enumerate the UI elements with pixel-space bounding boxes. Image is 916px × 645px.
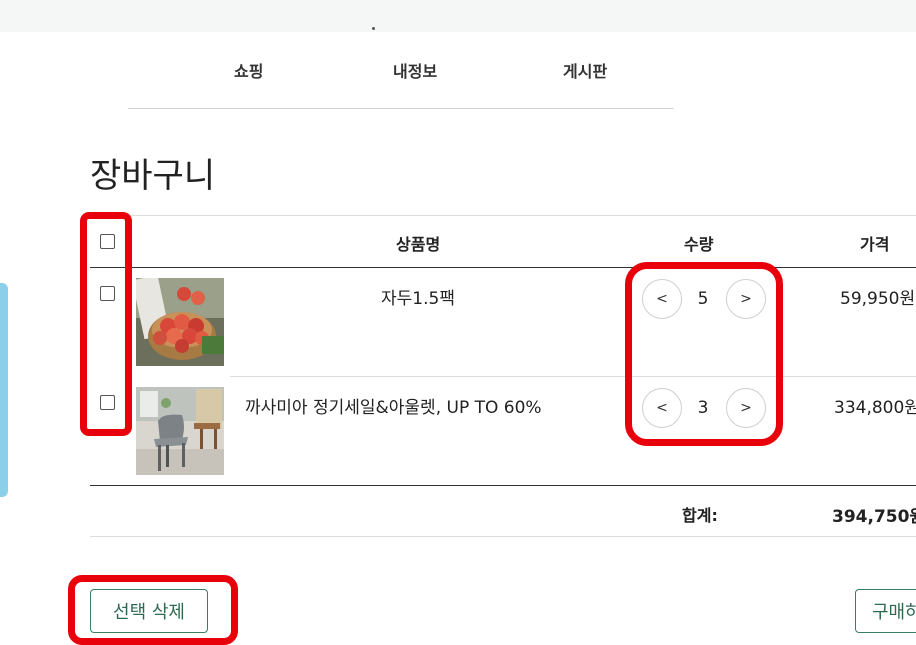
page-title: 장바구니	[90, 156, 216, 196]
purchase-button[interactable]: 구매하기	[855, 589, 916, 633]
total-label: 합계:	[682, 506, 718, 525]
delete-button-highlight-outline	[68, 575, 238, 645]
row-price: 59,950원	[840, 289, 916, 309]
nav-divider	[128, 108, 674, 109]
side-tab[interactable]	[0, 283, 8, 497]
top-bar	[0, 0, 916, 32]
top-bar-dot	[372, 27, 375, 30]
product-name[interactable]: 까사미아 정기세일&아울렛, UP TO 60%	[245, 393, 542, 418]
table-footer-divider	[90, 485, 916, 486]
nav-item-shopping[interactable]: 쇼핑	[234, 58, 263, 82]
nav-item-board[interactable]: 게시판	[563, 58, 607, 82]
product-image-plums	[136, 278, 224, 366]
row-price: 334,800원	[834, 398, 916, 418]
quantity-highlight-outline	[625, 262, 783, 446]
row-divider	[230, 376, 916, 377]
column-header-product: 상품명	[396, 235, 441, 254]
product-image-chair	[136, 387, 224, 475]
column-header-quantity: 수량	[684, 235, 714, 254]
product-name[interactable]: 자두1.5팩	[381, 284, 455, 309]
nav-item-my-info[interactable]: 내정보	[393, 58, 437, 82]
total-divider	[90, 536, 916, 537]
table-header-divider	[90, 267, 916, 268]
main-nav: 쇼핑 내정보 게시판	[0, 58, 916, 86]
checkbox-highlight-outline	[80, 212, 132, 436]
total-value: 394,750원	[832, 507, 916, 527]
table-top-divider	[90, 215, 916, 216]
column-header-price: 가격	[860, 235, 890, 254]
